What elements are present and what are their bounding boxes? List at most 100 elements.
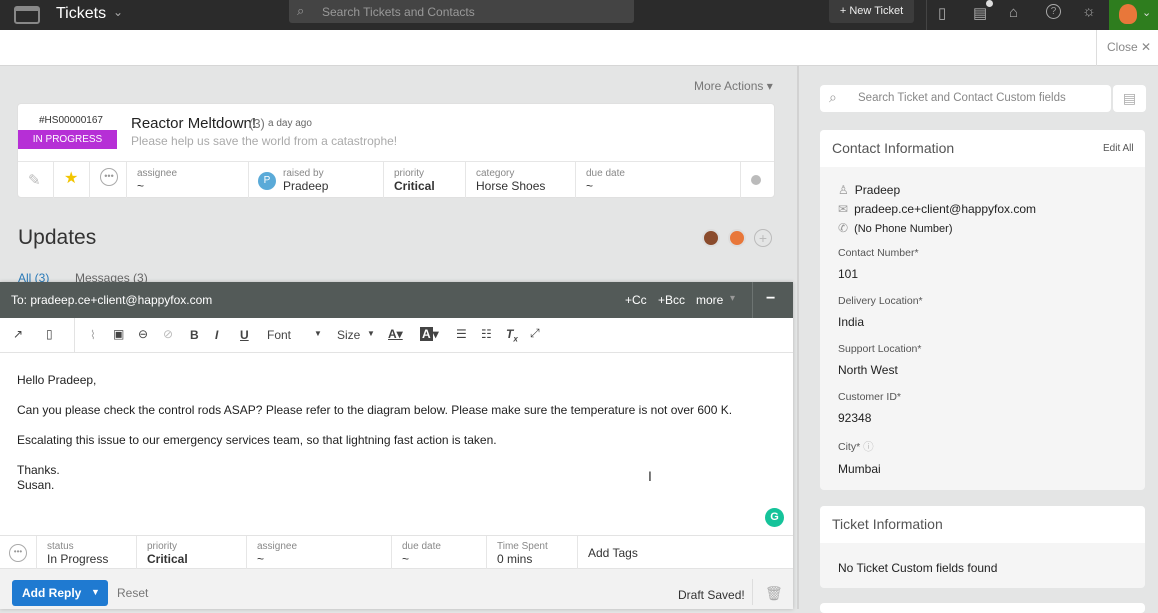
global-search[interactable]: ⌕ Search Tickets and Contacts (289, 0, 634, 23)
image-icon[interactable]: ▣ (113, 327, 124, 341)
trash-icon[interactable]: 🗑 (765, 585, 783, 602)
edit-all-button[interactable]: Edit All (1103, 143, 1134, 154)
fullscreen-icon[interactable]: ⤢ (530, 326, 540, 341)
contact-name[interactable]: Pradeep (855, 183, 900, 197)
add-tags-input[interactable]: Add Tags (588, 546, 638, 560)
graduation-cap-icon[interactable]: ⌂ (1009, 4, 1018, 21)
link-icon[interactable]: ⊖ (138, 327, 148, 341)
custom-field[interactable]: Contact Number* 101 (838, 247, 1127, 281)
custom-field[interactable]: Customer ID* 92348 (838, 391, 1127, 425)
assignee-label: assignee (257, 541, 298, 552)
user-menu[interactable]: ⌄ (1109, 0, 1158, 30)
field-value: 92348 (838, 411, 872, 425)
menu-icon[interactable] (14, 6, 40, 24)
bullet-list-icon[interactable]: ☰ (456, 327, 467, 341)
body-line: Hello Pradeep, (17, 373, 97, 387)
draft-status: Draft Saved! (678, 588, 745, 602)
add-agent-icon[interactable]: + (754, 229, 772, 247)
dropdown-arrow-icon[interactable]: ▼ (91, 587, 100, 597)
custom-field[interactable]: Delivery Location* India (838, 295, 1127, 329)
field-value: Mumbai (838, 462, 881, 476)
size-select[interactable]: Size (337, 328, 360, 342)
ticket-card: #HS00000167 IN PROGRESS Reactor Meltdown… (17, 103, 775, 199)
chevron-down-icon[interactable]: ▼ (367, 329, 375, 338)
assignee-label: assignee (137, 168, 178, 179)
agent-avatar-2[interactable] (728, 229, 746, 247)
notification-dot (986, 0, 993, 7)
numbered-list-icon[interactable]: ☷ (481, 327, 492, 341)
unlink-icon[interactable]: ⊘ (163, 327, 173, 341)
ticket-id: #HS00000167 (39, 115, 103, 126)
reply-fields: ••• status In Progress priority Critical a… (0, 535, 793, 570)
add-tags-field[interactable]: Add Tags (577, 536, 793, 570)
due-date-field[interactable]: due date ~ (575, 162, 740, 199)
grammarly-icon[interactable]: G (765, 508, 784, 527)
pin-icon[interactable]: ✎ (28, 171, 41, 189)
search-icon: ⌕ (829, 89, 837, 105)
kb-button[interactable]: ▤ (1113, 85, 1146, 112)
ticket-age: a day ago (268, 118, 312, 129)
body-line: Escalating this issue to our emergency s… (17, 433, 497, 447)
bold-button[interactable]: B (190, 328, 199, 342)
status-badge[interactable]: IN PROGRESS (18, 130, 117, 149)
lightbulb-icon[interactable]: ☼ (1082, 3, 1096, 20)
app-title[interactable]: Tickets (56, 5, 106, 23)
priority-field[interactable]: priority Critical (383, 162, 465, 199)
cc-button[interactable]: +Cc (625, 293, 647, 307)
minimize-button[interactable]: − (766, 290, 775, 308)
more-actions-button[interactable]: More Actions ▾ (694, 79, 773, 93)
clear-format-icon[interactable]: Tx (506, 327, 518, 343)
priority-field[interactable]: priority Critical (136, 536, 246, 570)
message-body[interactable]: Hello Pradeep, Can you please check the … (17, 373, 777, 493)
custom-field[interactable]: Support Location* North West (838, 343, 1127, 377)
priority-value: Critical (147, 552, 188, 566)
to-field[interactable]: To: pradeep.ce+client@happyfox.com (11, 293, 212, 307)
status-dot-icon[interactable] (751, 175, 761, 185)
custom-field[interactable]: City* ⓘ Mumbai (838, 439, 1127, 476)
search-input[interactable]: Search Ticket and Contact Custom fields (858, 92, 1066, 104)
reset-button[interactable]: Reset (117, 586, 148, 600)
star-icon[interactable]: ★ (64, 170, 78, 187)
chevron-down-icon[interactable]: ▼ (314, 329, 322, 338)
book-icon[interactable]: ▯ (46, 327, 53, 341)
new-ticket-button[interactable]: + New Ticket (829, 0, 914, 23)
priority-value: Critical (394, 179, 435, 193)
font-select[interactable]: Font (267, 328, 291, 342)
attachment-icon[interactable]: ⌇ (90, 328, 96, 342)
composer-actions: Add Reply ▼ Reset Draft Saved! 🗑 (0, 569, 793, 609)
field-value: 101 (838, 267, 859, 281)
kb-book-icon[interactable]: ▯ (938, 4, 946, 22)
search-input[interactable]: Search Tickets and Contacts (322, 5, 475, 19)
category-field[interactable]: category Horse Shoes (465, 162, 575, 199)
due-date-field[interactable]: due date ~ (391, 536, 486, 570)
field-value: North West (838, 363, 898, 377)
italic-button[interactable]: I (215, 328, 218, 342)
add-reply-button[interactable]: Add Reply ▼ (12, 580, 108, 606)
bg-color-icon[interactable]: A ▾ (420, 327, 439, 341)
chevron-down-icon: ⌄ (1142, 7, 1152, 19)
share-icon[interactable]: ↗ (13, 327, 23, 341)
time-spent-field[interactable]: Time Spent 0 mins (486, 536, 577, 570)
status-value: In Progress (47, 552, 109, 566)
raised-by-field[interactable]: P raised by Pradeep (248, 162, 383, 199)
chevron-down-icon[interactable]: ⌄ (113, 5, 123, 19)
contact-email[interactable]: pradeep.ce+client@happyfox.com (854, 202, 1036, 216)
contact-phone: (No Phone Number) (854, 223, 953, 235)
due-date-label: due date (586, 168, 625, 179)
text-color-icon[interactable]: A▾ (388, 327, 403, 341)
assignee-field[interactable]: assignee ~ (126, 162, 248, 199)
bcc-button[interactable]: +Bcc (658, 293, 685, 307)
info-icon[interactable]: ⓘ (863, 441, 874, 453)
help-icon[interactable]: ? (1046, 4, 1061, 19)
ticket-info-card: Ticket Information No Ticket Custom fiel… (820, 506, 1145, 588)
assignee-field[interactable]: assignee ~ (246, 536, 391, 570)
notes-icon[interactable]: ▤ (973, 4, 987, 22)
agent-avatar-1[interactable] (702, 229, 720, 247)
more-icon[interactable]: ••• (100, 168, 118, 186)
underline-button[interactable]: U (240, 328, 249, 342)
custom-fields-search[interactable]: ⌕ Search Ticket and Contact Custom field… (820, 85, 1111, 112)
more-button[interactable]: more (696, 293, 723, 307)
status-field[interactable]: status In Progress (36, 536, 136, 570)
close-button[interactable]: Close ✕ (1107, 40, 1151, 54)
more-icon[interactable]: ••• (9, 544, 27, 562)
